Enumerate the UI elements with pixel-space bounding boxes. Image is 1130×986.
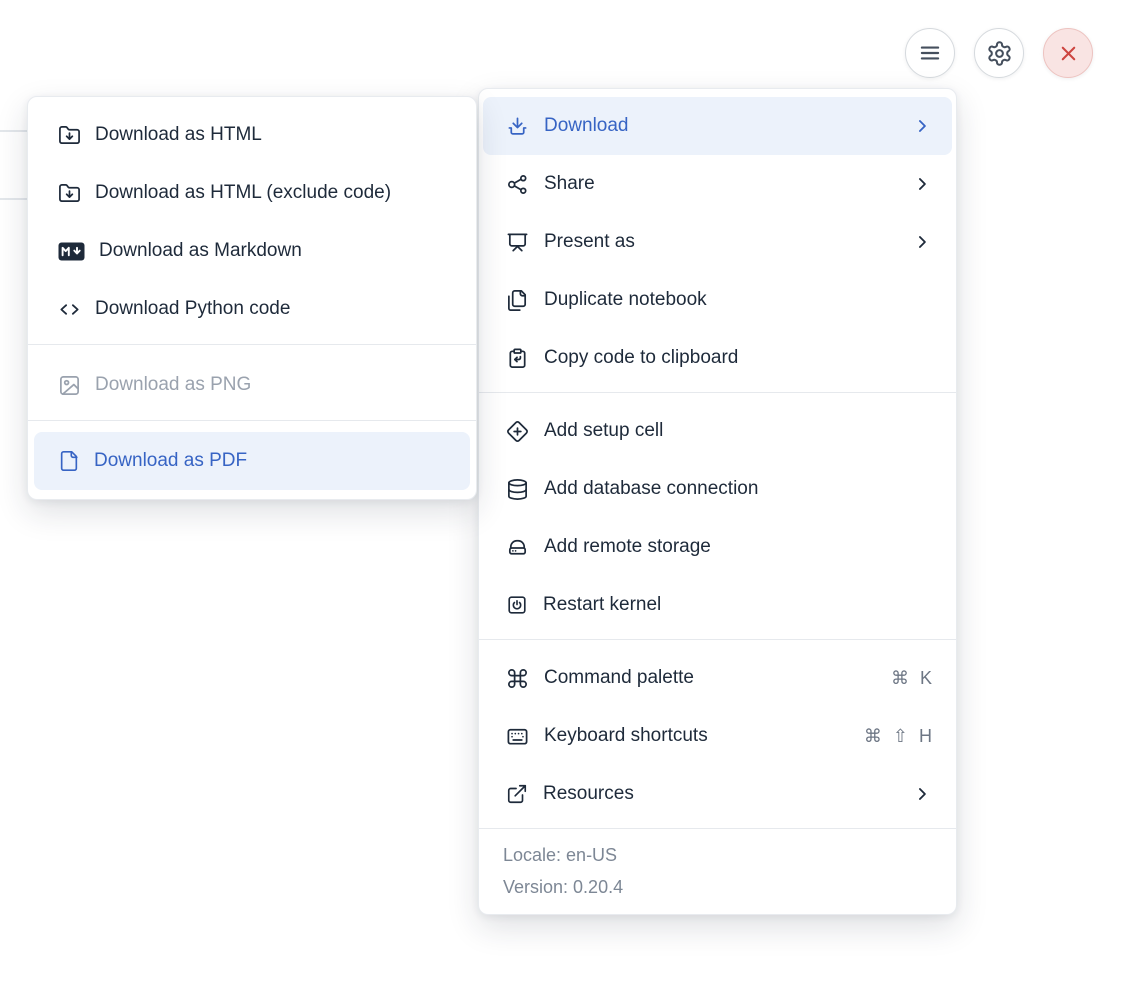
submenu-item-label: Download as HTML (exclude code)	[95, 182, 392, 203]
notebook-menu-button[interactable]	[905, 28, 955, 78]
menu-separator	[28, 420, 476, 421]
keyboard-icon	[506, 725, 529, 748]
submenu-item-download-as-html-exclude-code[interactable]: Download as HTML (exclude code)	[34, 164, 470, 222]
menu-item-present-as[interactable]: Present as	[483, 213, 952, 271]
image-icon	[58, 374, 81, 397]
menu-item-label: Add setup cell	[544, 420, 664, 441]
menu-item-label: Duplicate notebook	[544, 289, 707, 310]
menu-item-label: Add database connection	[544, 478, 759, 499]
menu-item-add-remote-storage[interactable]: Add remote storage	[483, 518, 952, 576]
external-link-icon	[506, 783, 528, 805]
folder-download-icon	[58, 124, 81, 147]
key-cmd: ⌘	[863, 725, 882, 746]
key-cmd: ⌘	[890, 667, 909, 688]
menu-item-copy-code-to-clipboard[interactable]: Copy code to clipboard	[483, 329, 952, 387]
menu-item-download[interactable]: Download	[483, 97, 952, 155]
menu-item-duplicate-notebook[interactable]: Duplicate notebook	[483, 271, 952, 329]
menu-item-label: Resources	[543, 783, 634, 804]
menu-item-label: Download	[544, 115, 629, 136]
menu-item-label: Copy code to clipboard	[544, 347, 739, 368]
notebook-menu: Download Share Present as Duplicate note…	[478, 88, 957, 916]
close-button[interactable]	[1043, 28, 1093, 78]
shortcut-keys: ⌘ K	[891, 668, 932, 689]
share-icon	[506, 173, 529, 196]
background-divider	[0, 130, 28, 132]
menu-separator	[479, 392, 956, 393]
submenu-item-download-python-code[interactable]: Download Python code	[34, 280, 470, 338]
clipboard-copy-icon	[506, 347, 529, 370]
submenu-item-download-as-pdf[interactable]: Download as PDF	[34, 432, 470, 490]
key-shift: ⇧	[892, 725, 908, 746]
menu-item-label: Share	[544, 173, 595, 194]
remote-storage-icon	[506, 536, 529, 559]
menu-separator	[479, 639, 956, 640]
menu-item-add-database-connection[interactable]: Add database connection	[483, 460, 952, 518]
submenu-item-label: Download as PDF	[94, 450, 248, 471]
chevron-right-icon	[912, 232, 932, 252]
presentation-icon	[506, 231, 529, 254]
shortcut-keys: ⌘ ⇧ H	[864, 726, 932, 747]
menu-item-label: Add remote storage	[544, 536, 711, 557]
menu-item-restart-kernel[interactable]: Restart kernel	[483, 576, 952, 634]
submenu-item-label: Download as PNG	[95, 374, 252, 395]
key-k: K	[919, 667, 932, 688]
menu-separator	[28, 344, 476, 345]
menu-item-command-palette[interactable]: Command palette ⌘ K	[483, 649, 952, 707]
close-x-icon	[1056, 41, 1081, 66]
menu-item-add-setup-cell[interactable]: Add setup cell	[483, 402, 952, 460]
code-icon	[58, 298, 81, 321]
submenu-item-download-as-markdown[interactable]: Download as Markdown	[34, 222, 470, 280]
file-icon	[58, 450, 80, 472]
menu-item-label: Present as	[544, 231, 635, 252]
submenu-item-download-as-png: Download as PNG	[34, 356, 470, 414]
menu-footer: Locale: en-US Version: 0.20.4	[479, 828, 956, 914]
submenu-item-label: Download as Markdown	[99, 240, 302, 261]
gear-icon	[986, 40, 1013, 67]
menu-item-keyboard-shortcuts[interactable]: Keyboard shortcuts ⌘ ⇧ H	[483, 707, 952, 765]
hamburger-menu-icon	[917, 40, 943, 66]
command-icon	[506, 667, 529, 690]
markdown-icon	[58, 241, 85, 262]
duplicate-files-icon	[506, 289, 529, 312]
menu-item-label: Command palette	[544, 667, 694, 688]
locale-text: Locale: en-US	[503, 845, 618, 865]
key-h: H	[919, 725, 932, 746]
chevron-right-icon	[912, 174, 932, 194]
submenu-item-label: Download as HTML	[95, 124, 262, 145]
menu-item-label: Keyboard shortcuts	[544, 725, 708, 746]
settings-button[interactable]	[974, 28, 1024, 78]
folder-download-icon	[58, 182, 81, 205]
submenu-item-label: Download Python code	[95, 298, 291, 319]
version-text: Version: 0.20.4	[503, 877, 624, 898]
submenu-item-download-as-html[interactable]: Download as HTML	[34, 106, 470, 164]
download-submenu: Download as HTML Download as HTML (exclu…	[27, 96, 477, 500]
download-icon	[506, 115, 529, 138]
background-divider	[0, 198, 28, 200]
diamond-plus-icon	[506, 420, 529, 443]
menu-item-label: Restart kernel	[543, 594, 662, 615]
menu-item-resources[interactable]: Resources	[483, 765, 952, 823]
menu-item-share[interactable]: Share	[483, 155, 952, 213]
chevron-right-icon	[912, 784, 932, 804]
power-square-icon	[506, 594, 528, 616]
floating-toolbar	[905, 28, 1093, 78]
app-screen: Download as HTML Download as HTML (exclu…	[0, 0, 1130, 986]
chevron-right-icon	[912, 116, 932, 136]
database-icon	[506, 478, 529, 501]
